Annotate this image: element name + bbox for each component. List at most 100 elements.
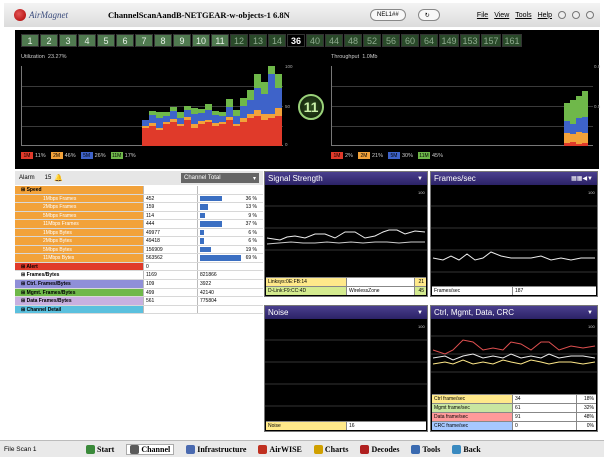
channel-button-11[interactable]: 11 [211,34,229,47]
stats-label: ⊞ Channel Detail [15,305,143,314]
tab-label: Infrastructure [197,444,247,454]
stats-row[interactable]: 11Mbps Bytes 563562 69 % [15,254,263,263]
stats-percent: 775804 [197,297,263,305]
channel-button-2[interactable]: 2 [40,34,58,47]
stats-row[interactable]: ⊞ Mgmt. Frames/Bytes 499 42140 [15,288,263,298]
menu-tools[interactable]: Tools [515,12,531,19]
channel-button-36[interactable]: 36 [287,34,305,47]
channel-button-40[interactable]: 40 [306,34,324,47]
signal-row[interactable]: Linksys:0E:FB:14 21 [266,277,426,286]
stats-row[interactable]: ⊞ Channel Detail [15,305,263,315]
stats-value: 109 [143,280,197,288]
frames-row[interactable]: Frames/sec 187 [432,286,596,295]
stats-row[interactable]: 2Mbps Bytes 49418 6 % [15,237,263,246]
ctrl-mgmt-data-crc-rows: Ctrl frame/sec 34 18% Mgmt frame/sec 61 32% Da… [432,394,596,430]
tab-airwise[interactable]: AirWISE [258,444,302,454]
channel-button-3[interactable]: 3 [59,34,77,47]
stats-label: ⊞ Frames/Bytes [15,271,143,280]
signal-strength-header[interactable]: Signal Strength ▼ [265,172,427,185]
chevron-down-icon: ▾ [252,175,256,182]
stats-row[interactable]: ⊞ Alert 0 [15,262,263,272]
signal-row[interactable]: D-Link:F9:CC:4D WirelessZone 45 [266,286,426,295]
tab-label: AirWISE [269,444,302,454]
alarm-bell-icon[interactable]: 🔔 [54,174,63,182]
stats-row[interactable]: 11Mbps Frames 444 37 % [15,220,263,229]
channel-button-10[interactable]: 10 [192,34,210,47]
frames-per-sec-header[interactable]: Frames/sec ▦▦◀▼ [431,172,597,185]
tab-charts[interactable]: Charts [313,444,348,454]
channel-button-13[interactable]: 13 [249,34,267,47]
channel-button-161[interactable]: 161 [502,34,522,47]
stats-row[interactable]: ⊞ Frames/Bytes 1169 821866 [15,271,263,281]
ctrl-row[interactable]: Ctrl frame/sec 34 18% [432,394,596,403]
stats-value: 49977 [143,228,197,237]
channel-button-4[interactable]: 4 [78,34,96,47]
stats-row[interactable]: 5Mbps Frames 114 9 % [15,211,263,221]
channel-button-52[interactable]: 52 [363,34,381,47]
channel-button-12[interactable]: 12 [230,34,248,47]
ctrl-row[interactable]: Mgmt frame/sec 61 32% [432,403,596,412]
signal-row-value [346,278,414,286]
utilization-bar-segment [247,118,254,146]
utilization-bar-segment [142,128,149,146]
refresh-button[interactable]: ↻ [417,9,440,21]
throughput-bars [564,91,588,146]
menu-view[interactable]: View [494,12,509,19]
channel-button-48[interactable]: 48 [344,34,362,47]
chevron-down-icon[interactable]: ▼ [417,310,423,316]
utilization-bar-segment [219,116,226,122]
percent-bar [200,246,211,253]
stats-row[interactable]: ⊞ Speed [15,186,263,195]
minimize-icon[interactable] [558,11,566,19]
ctrl-row[interactable]: Data frame/sec 91 48% [432,412,596,421]
stats-label: 11Mbps Frames [15,220,143,228]
chevron-down-icon[interactable]: ▼ [587,310,593,316]
channel-button-157[interactable]: 157 [481,34,501,47]
channel-button-5[interactable]: 5 [97,34,115,47]
stats-row[interactable]: ⊞ Data Frames/Bytes 561 775804 [15,297,263,306]
channel-button-60[interactable]: 60 [401,34,419,47]
svg-text:100: 100 [588,190,595,195]
utilization-bar-segment [240,106,247,118]
stats-percent: 69 % [197,254,263,262]
channel-button-1[interactable]: 1 [21,34,39,47]
channel-button-44[interactable]: 44 [325,34,343,47]
noise-header[interactable]: Noise ▼ [265,306,427,319]
ctrl-mgmt-data-crc-header[interactable]: Ctrl, Mgmt, Data, CRC ▼ [431,306,597,319]
channel-button-7[interactable]: 7 [135,34,153,47]
close-icon[interactable] [586,11,594,19]
channel-button-153[interactable]: 153 [460,34,480,47]
channel-button-56[interactable]: 56 [382,34,400,47]
ctrl-row[interactable]: CRC frame/sec 0 0% [432,421,596,430]
tab-channel[interactable]: Channel [126,443,175,455]
menu-file[interactable]: File [477,12,488,19]
utilization-bar-segment [184,117,191,120]
maximize-icon[interactable] [572,11,580,19]
tab-start[interactable]: Start [86,444,114,454]
channel-button-9[interactable]: 9 [173,34,191,47]
channel-button-64[interactable]: 64 [420,34,438,47]
stats-row[interactable]: 1Mbps Bytes 49977 6 % [15,228,263,238]
noise-row[interactable]: Noise 16 [266,421,426,430]
utilization-legend-swatch: 2M [50,152,63,159]
utilization-bar-segment [163,124,170,146]
tab-back[interactable]: Back [452,444,481,454]
tab-decodes[interactable]: Decodes [360,444,399,454]
chevron-down-icon[interactable]: ▼ [417,176,423,182]
stats-row[interactable]: ⊞ Ctrl. Frames/Bytes 109 3922 [15,280,263,289]
stats-row[interactable]: 2Mbps Frames 159 13 % [15,203,263,212]
tab-infrastructure[interactable]: Infrastructure [186,444,247,454]
stats-row[interactable]: 1Mbps Frames 452 36 % [15,194,263,204]
channel-button-149[interactable]: 149 [439,34,459,47]
adapter-button[interactable]: NEL1## [370,9,406,21]
channel-total-dropdown[interactable]: Channel Total ▾ [181,173,259,183]
channel-button-14[interactable]: 14 [268,34,286,47]
channel-button-6[interactable]: 6 [116,34,134,47]
stats-row[interactable]: 5Mbps Bytes 156909 19 % [15,245,263,255]
channel-button-8[interactable]: 8 [154,34,172,47]
tab-tools[interactable]: Tools [411,444,440,454]
utilization-bar-segment [275,116,282,146]
menu-help[interactable]: Help [538,12,552,19]
throughput-bar-segment [582,133,588,143]
chart-options-icon[interactable]: ▦▦◀▼ [571,175,593,182]
